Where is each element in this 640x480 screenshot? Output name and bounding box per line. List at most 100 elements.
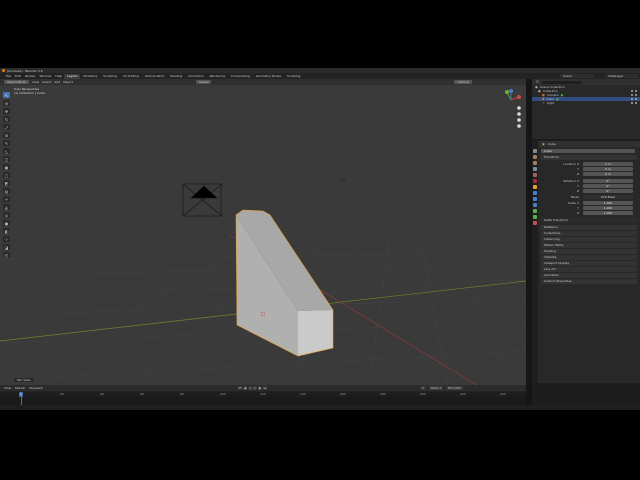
scale-y-field[interactable]: 1.000 — [583, 206, 633, 210]
inset-tool-icon[interactable]: ▢ — [3, 172, 10, 178]
material-tab-icon[interactable] — [533, 221, 537, 225]
viewport-display-panel[interactable]: Viewport Display — [541, 261, 637, 266]
visibility-panel[interactable]: Visibility — [541, 255, 637, 260]
line-art-panel[interactable]: Line Art — [541, 267, 637, 272]
3d-viewport[interactable]: Object Mode View Select Add Object Globa… — [0, 79, 526, 410]
3d-cursor-tool-icon[interactable]: ⊕ — [3, 100, 10, 106]
smooth-tool-icon[interactable]: ● — [3, 220, 10, 226]
instancing-panel[interactable]: Instancing — [541, 237, 637, 242]
tab-modeling[interactable]: Modeling — [80, 74, 100, 79]
tab-uv-editing[interactable]: UV Editing — [120, 74, 142, 79]
tab-texture-paint[interactable]: Texture Paint — [142, 74, 167, 79]
options-dropdown[interactable]: Options — [454, 80, 473, 84]
prev-key-icon[interactable]: ◀ — [243, 386, 247, 390]
scene-selector[interactable]: Scene — [560, 74, 594, 78]
spin-tool-icon[interactable]: ◎ — [3, 212, 10, 218]
rotation-y-field[interactable]: 0° — [583, 184, 633, 188]
edge-slide-tool-icon[interactable]: ◧ — [3, 228, 10, 234]
shrink-tool-icon[interactable]: ✧ — [3, 236, 10, 242]
particles-tab-icon[interactable] — [533, 197, 537, 201]
extrude-tool-icon[interactable]: ▣ — [3, 164, 10, 170]
tab-geometry-nodes[interactable]: Geometry Nodes — [253, 74, 284, 79]
data-tab-icon[interactable] — [533, 215, 537, 219]
tab-compositing[interactable]: Compositing — [228, 74, 253, 79]
location-y-field[interactable]: 0 m — [583, 167, 633, 171]
timeline-menu-playback[interactable]: Playback — [30, 386, 43, 390]
visibility-icon[interactable] — [631, 98, 637, 100]
loop-cut-tool-icon[interactable]: ▤ — [3, 188, 10, 194]
menu-object[interactable]: Object — [63, 80, 73, 84]
collections-panel[interactable]: Collections — [541, 231, 637, 236]
rotation-mode-dropdown[interactable]: XYZ Euler — [583, 195, 633, 199]
menu-add[interactable]: Add — [54, 80, 60, 84]
annotate-tool-icon[interactable]: ✎ — [3, 140, 10, 146]
relations-panel[interactable]: Relations — [541, 225, 637, 230]
outliner-search-input[interactable] — [541, 80, 582, 84]
orientation-dropdown[interactable]: Global — [195, 80, 212, 84]
transform-tool-icon[interactable]: ⊞ — [3, 132, 10, 138]
start-frame-field[interactable]: Start 1 — [428, 386, 444, 390]
shear-tool-icon[interactable]: ◪ — [3, 244, 10, 250]
mode-dropdown[interactable]: Object Mode — [4, 80, 29, 84]
play-reverse-icon[interactable]: ◁ — [248, 386, 252, 390]
location-x-field[interactable]: 0 m — [583, 162, 633, 166]
custom-properties-panel[interactable]: Custom Properties — [541, 279, 637, 284]
rotation-x-field[interactable]: 0° — [583, 179, 633, 183]
next-key-icon[interactable]: ▶ — [258, 386, 262, 390]
shading-panel[interactable]: Shading — [541, 249, 637, 254]
location-z-field[interactable]: 0 m — [583, 172, 633, 176]
scale-tool-icon[interactable]: ⤢ — [3, 124, 10, 130]
cursor-tool-icon[interactable]: ↖ — [3, 92, 10, 98]
navigation-gizmo[interactable] — [500, 89, 522, 129]
render-tab-icon[interactable] — [533, 155, 537, 159]
bevel-tool-icon[interactable]: ◩ — [3, 180, 10, 186]
object-tab-icon[interactable] — [533, 185, 537, 189]
visibility-icon[interactable] — [631, 94, 637, 96]
tab-animation[interactable]: Animation — [185, 74, 206, 79]
world-tab-icon[interactable] — [533, 179, 537, 183]
outliner-filter-icon[interactable]: ☰ — [536, 80, 539, 84]
tab-scripting[interactable]: Scripting — [284, 74, 303, 79]
output-tab-icon[interactable] — [533, 161, 537, 165]
tab-shading[interactable]: Shading — [167, 74, 185, 79]
constraints-tab-icon[interactable] — [533, 209, 537, 213]
delta-transform-panel[interactable]: Delta Transform — [541, 218, 637, 223]
view-layer-selector[interactable]: ViewLayer — [605, 74, 638, 78]
timeline-menu-view[interactable]: View — [4, 386, 11, 390]
motion-paths-panel[interactable]: Motion Paths — [541, 243, 637, 248]
object-name-field[interactable]: Cube — [541, 149, 635, 153]
poly-build-tool-icon[interactable]: ◭ — [3, 204, 10, 210]
tool-tab-icon[interactable] — [533, 149, 537, 153]
move-tool-icon[interactable]: ✥ — [3, 108, 10, 114]
measure-tool-icon[interactable]: ◺ — [3, 148, 10, 154]
animation-panel[interactable]: Animation — [541, 273, 637, 278]
tab-rendering[interactable]: Rendering — [207, 74, 228, 79]
menu-file[interactable]: File — [4, 74, 13, 79]
rotate-tool-icon[interactable]: ↻ — [3, 116, 10, 122]
jump-start-icon[interactable]: ⏮ — [238, 386, 242, 390]
tab-sculpting[interactable]: Sculpting — [100, 74, 120, 79]
modifiers-tab-icon[interactable] — [533, 191, 537, 195]
physics-tab-icon[interactable] — [533, 203, 537, 207]
add-cube-tool-icon[interactable]: ◫ — [3, 156, 10, 162]
menu-edit[interactable]: Edit — [13, 74, 23, 79]
visibility-icon[interactable] — [631, 90, 637, 92]
scale-z-field[interactable]: 1.000 — [583, 211, 633, 215]
menu-select[interactable]: Select — [42, 80, 51, 84]
transform-panel-header[interactable]: Transform — [541, 155, 637, 160]
menu-render[interactable]: Render — [23, 74, 38, 79]
end-frame-field[interactable]: End 250 — [446, 386, 463, 390]
menu-view[interactable]: View — [32, 80, 39, 84]
timeline-menu-marker[interactable]: Marker — [15, 386, 25, 390]
visibility-icon[interactable] — [631, 102, 637, 104]
play-icon[interactable]: ▷ — [253, 386, 257, 390]
outliner-row-light[interactable]: ☀ Light — [532, 101, 640, 105]
current-frame-field[interactable]: 1 — [420, 386, 426, 390]
menu-help[interactable]: Help — [53, 74, 64, 79]
scene-tab-icon[interactable] — [533, 173, 537, 177]
jump-end-icon[interactable]: ⏭ — [263, 386, 267, 390]
tab-layout[interactable]: Layout — [64, 73, 81, 79]
view-layer-tab-icon[interactable] — [533, 167, 537, 171]
rip-tool-icon[interactable]: ◰ — [3, 252, 10, 258]
rotation-z-field[interactable]: 0° — [583, 189, 633, 193]
